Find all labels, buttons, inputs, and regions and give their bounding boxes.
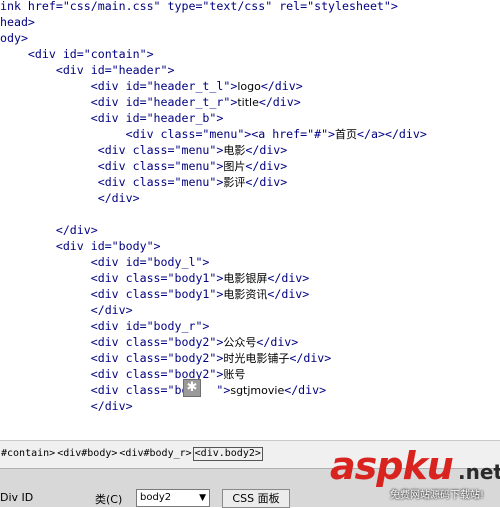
code-markup: <div id="body_l"> [0, 255, 210, 269]
code-line[interactable]: <div id="header_t_r">title</div> [0, 94, 301, 110]
code-markup-close: </div> [284, 383, 327, 397]
code-content-text: 公众号 [223, 336, 257, 349]
code-markup: <div class="menu"><a href="#"> [0, 127, 336, 141]
code-line[interactable]: ink href="css/main.css" type="text/css" … [0, 0, 398, 14]
code-markup: <div id="body"> [0, 239, 161, 253]
gear-icon: ✱ [183, 379, 201, 397]
code-markup: <div id="contain"> [0, 47, 154, 61]
tag-selector-bar: #contain> <div#body> <div#body_r> <div.body… [0, 440, 500, 468]
code-line[interactable]: <div id="header_t_l">logo</div> [0, 78, 303, 94]
code-line[interactable]: <div id="body_l"> [0, 254, 210, 270]
code-markup-close: </div> [289, 351, 332, 365]
code-editor[interactable]: ink href="css/main.css" type="text/css" … [0, 0, 500, 440]
code-line[interactable]: </div> [0, 190, 140, 206]
code-content-text: 影评 [223, 176, 246, 189]
code-markup: </div> [0, 399, 133, 413]
code-markup-close: </div> [267, 287, 310, 301]
code-markup-close: </div> [256, 335, 299, 349]
code-line[interactable]: ody> [0, 30, 28, 46]
code-markup: head> [0, 15, 35, 29]
code-markup: <div id="header_t_l"> [0, 79, 238, 93]
code-markup: </div> [0, 303, 133, 317]
code-content-text: 图片 [223, 160, 246, 173]
code-markup: ody> [0, 31, 28, 45]
code-markup: <div id="header"> [0, 63, 175, 77]
code-line[interactable]: <div class="body2">账号 [0, 366, 246, 382]
code-content-text: sgtjmovie [230, 384, 285, 397]
code-line[interactable]: </div> [0, 222, 98, 238]
code-line[interactable]: <div class="body2">公众号</div> [0, 334, 299, 350]
code-line[interactable]: <div class="body1">电影资讯</div> [0, 286, 310, 302]
class-select-value: body2 [140, 492, 172, 503]
code-line[interactable]: <div class="body1">电影银屏</div> [0, 270, 310, 286]
code-line[interactable]: </div> [0, 398, 133, 414]
tag-breadcrumb: #contain> <div#body> <div#body_r> <div.body… [0, 447, 263, 461]
code-markup: <div class="menu"> [0, 175, 224, 189]
code-markup: </div> [0, 223, 98, 237]
code-line[interactable]: <div class="body2">时光电影铺子</div> [0, 350, 332, 366]
code-line[interactable]: head> [0, 14, 35, 30]
code-markup: <div id="header_t_r"> [0, 95, 238, 109]
tag-body[interactable]: <div#body> [56, 447, 118, 461]
code-line[interactable]: <div class="menu">影评</div> [0, 174, 288, 190]
tag-contain[interactable]: #contain> [0, 447, 56, 461]
code-line[interactable]: <div id="header_b"> [0, 110, 224, 126]
code-line[interactable]: <div class="menu">图片</div> [0, 158, 288, 174]
code-markup-close: </div> [245, 175, 288, 189]
code-markup-close: </div> [267, 271, 310, 285]
code-content-text: 电影资讯 [223, 288, 268, 301]
code-markup-close: </div> [245, 159, 288, 173]
code-content-text: 时光电影铺子 [223, 352, 290, 365]
code-content-text: title [237, 96, 259, 109]
code-markup: <div class="body1"> [0, 271, 224, 285]
code-markup-close: </div> [258, 95, 301, 109]
chevron-down-icon: ▼ [199, 493, 206, 503]
css-panel-button[interactable]: CSS 面板 [222, 489, 290, 508]
tag-body-r[interactable]: <div#body_r> [118, 447, 192, 461]
code-markup-close: </div> [245, 143, 288, 157]
code-line[interactable]: <div id="body"> [0, 238, 161, 254]
code-content-text: 首页 [335, 128, 358, 141]
code-markup: <div id="body_r"> [0, 319, 210, 333]
code-content-text: logo [237, 80, 261, 93]
code-markup: <div class="body2"> [0, 335, 224, 349]
code-line[interactable]: <div id="header"> [0, 62, 175, 78]
code-markup-close: </div> [260, 79, 303, 93]
code-markup: <div class="body2"> [0, 351, 224, 365]
code-content-text: 账号 [223, 368, 246, 381]
class-label: 类(C) [95, 493, 123, 506]
code-line[interactable]: <div class="bo ">sgtjmovie</div> [0, 382, 326, 398]
code-markup: </div> [0, 191, 140, 205]
code-line[interactable]: <div id="contain"> [0, 46, 154, 62]
properties-panel: Div ID 类(C) body2 ▼ CSS 面板 [0, 468, 500, 508]
code-markup: <div id="header_b"> [0, 111, 224, 125]
code-markup: <div class="menu"> [0, 159, 224, 173]
code-line[interactable]: </div> [0, 302, 133, 318]
code-markup: <div class="body1"> [0, 287, 224, 301]
code-markup: ink href="css/main.css" type="text/css" … [0, 0, 398, 13]
code-line[interactable]: <div class="menu"><a href="#">首页</a></di… [0, 126, 427, 142]
div-id-label: Div ID [0, 491, 34, 504]
code-content-text: 电影银屏 [223, 272, 268, 285]
tag-body2-current[interactable]: <div.body2> [192, 447, 263, 461]
class-select[interactable]: body2 ▼ [136, 489, 210, 507]
code-markup: <div class="menu"> [0, 143, 224, 157]
code-line[interactable]: <div class="menu">电影</div> [0, 142, 288, 158]
code-line[interactable]: <div id="body_r"> [0, 318, 210, 334]
code-content-text: 电影 [223, 144, 246, 157]
code-markup-close: </a></div> [357, 127, 427, 141]
